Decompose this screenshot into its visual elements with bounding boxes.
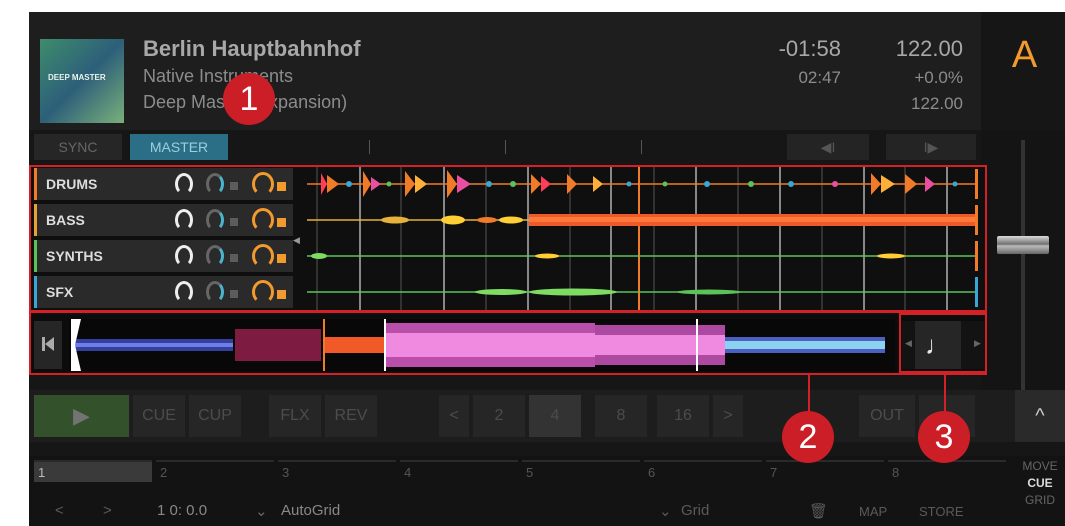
- cue-slot[interactable]: 4: [400, 460, 518, 482]
- play-button[interactable]: ▶: [34, 395, 129, 437]
- header-overlay: [29, 12, 1065, 172]
- mode-cue[interactable]: CUE: [1015, 475, 1065, 492]
- loop-size-button[interactable]: 8: [595, 395, 647, 437]
- cue-slot[interactable]: 8: [888, 460, 1006, 482]
- trash-icon[interactable]: 🗑: [809, 502, 828, 520]
- cue-slot[interactable]: 1: [34, 460, 152, 482]
- mode-move[interactable]: MOVE: [1015, 458, 1065, 475]
- cue-slot[interactable]: 5: [522, 460, 640, 482]
- autogrid-dropdown-icon[interactable]: ⌄: [255, 502, 268, 520]
- callout-frame-overview: [29, 311, 987, 375]
- cue-button[interactable]: CUE: [133, 395, 185, 437]
- loop-prev-button[interactable]: <: [439, 395, 469, 437]
- cue-next-icon[interactable]: >: [103, 502, 112, 519]
- map-button[interactable]: MAP: [859, 504, 887, 519]
- callout-badge-3: 3: [918, 411, 970, 463]
- cue-slot[interactable]: 7: [766, 460, 884, 482]
- autogrid-dropdown[interactable]: AutoGrid: [281, 502, 340, 519]
- callout-badge-1: 1: [223, 73, 275, 125]
- loop-out-button[interactable]: OUT: [859, 395, 915, 437]
- callout-line: [808, 375, 810, 415]
- grid-dropdown[interactable]: Grid: [681, 502, 709, 519]
- tempo-fader-handle[interactable]: [997, 236, 1049, 254]
- reverse-button[interactable]: REV: [325, 395, 377, 437]
- loop-size-button[interactable]: 2: [473, 395, 525, 437]
- transport-bar: ▶ CUE CUP FLX REV < 2 4 8 16 > OUT ^: [29, 390, 1065, 442]
- play-icon: ▶: [73, 403, 90, 428]
- cup-button[interactable]: CUP: [189, 395, 241, 437]
- loop-size-button[interactable]: 4: [529, 395, 581, 437]
- cue-mode-selector[interactable]: MOVE CUE GRID: [1015, 458, 1065, 509]
- loop-next-button[interactable]: >: [713, 395, 743, 437]
- cue-position: 1 0: 0.0: [157, 502, 208, 519]
- tempo-fader-track[interactable]: [1021, 140, 1025, 390]
- cue-slot[interactable]: 2: [156, 460, 274, 482]
- mode-grid[interactable]: GRID: [1015, 492, 1065, 509]
- callout-frame-stems: [29, 165, 987, 312]
- callout-line: [944, 373, 946, 413]
- cue-slot[interactable]: 6: [644, 460, 762, 482]
- collapse-up-button[interactable]: ^: [1015, 390, 1065, 442]
- callout-frame-quantize: [899, 313, 987, 373]
- callout-badge-2: 2: [782, 411, 834, 463]
- cue-prev-icon[interactable]: <: [55, 502, 64, 519]
- flux-button[interactable]: FLX: [269, 395, 321, 437]
- cue-slot[interactable]: 3: [278, 460, 396, 482]
- loop-size-button[interactable]: 16: [657, 395, 709, 437]
- cue-bar: 1 2 3 4 5 6 7 8 < > 1 0: 0.0 ⌄ AutoGrid …: [29, 456, 1065, 526]
- store-button[interactable]: STORE: [919, 504, 964, 519]
- grid-dropdown-icon[interactable]: ⌄: [659, 502, 672, 520]
